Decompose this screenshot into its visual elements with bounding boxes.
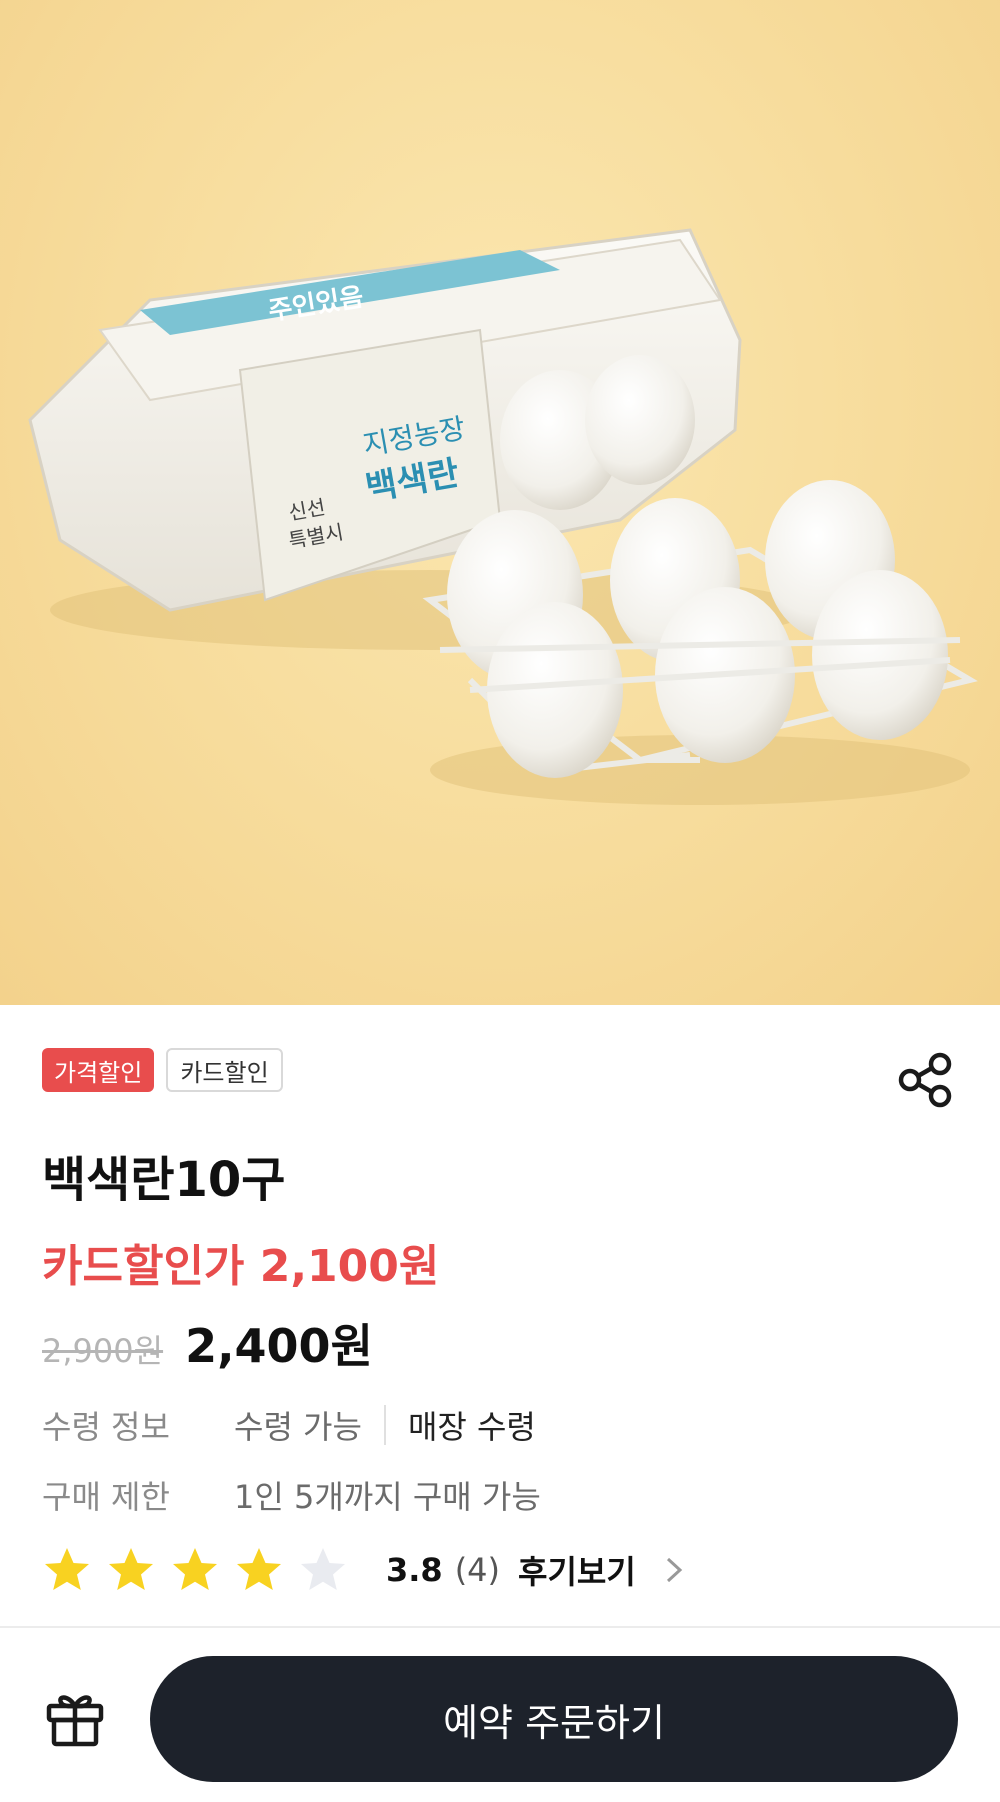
star-filled-icon (109, 1548, 153, 1590)
original-price: 2,900원 (42, 1332, 164, 1370)
product-title: 백색란10구 (42, 1152, 286, 1208)
product-image: 신선 특별시 지정농장 백색란 주인있음 (0, 0, 1000, 1005)
star-filled-icon (173, 1548, 217, 1590)
card-discount-price: 카드할인가 2,100원 (42, 1241, 440, 1292)
share-button[interactable] (898, 1052, 954, 1108)
review-link[interactable]: 후기보기 (518, 1547, 636, 1593)
price-discount-badge: 가격할인 (42, 1048, 155, 1092)
chevron-right-icon (666, 1557, 683, 1583)
reserve-order-button[interactable]: 예약 주문하기 (150, 1656, 958, 1782)
rating-row[interactable]: 3.8 (4) 후기보기 (42, 1540, 686, 1600)
info-divider (383, 1405, 386, 1445)
price-row: 2,900원 2,400원 (42, 1310, 373, 1376)
star-empty-icon (301, 1548, 345, 1590)
pickup-method: 매장 수령 (407, 1408, 536, 1446)
pickup-info-row: 수령 정보 수령 가능 매장 수령 (42, 1402, 536, 1448)
pickup-availability: 수령 가능 (234, 1408, 362, 1446)
star-filled-icon (45, 1548, 89, 1590)
pickup-info-label: 수령 정보 (42, 1408, 170, 1446)
purchase-limit-row: 구매 제한 1인 5개까지 구매 가능 (42, 1472, 541, 1518)
share-icon (898, 1052, 952, 1108)
purchase-limit-value: 1인 5개까지 구매 가능 (234, 1478, 541, 1516)
purchase-limit-label: 구매 제한 (42, 1478, 170, 1516)
gift-icon (46, 1695, 104, 1747)
star-filled-icon (237, 1548, 281, 1590)
card-discount-badge: 카드할인 (166, 1048, 283, 1092)
gift-button[interactable] (44, 1686, 106, 1748)
sale-price: 2,400원 (185, 1319, 373, 1373)
rating-count: (4) (454, 1551, 501, 1589)
discount-badges: 가격할인 카드할인 (42, 1048, 283, 1092)
bottom-action-bar: 예약 주문하기 (0, 1626, 1000, 1802)
rating-score: 3.8 (386, 1551, 443, 1589)
egg-carton-illustration: 신선 특별시 지정농장 백색란 주인있음 (28, 228, 978, 805)
